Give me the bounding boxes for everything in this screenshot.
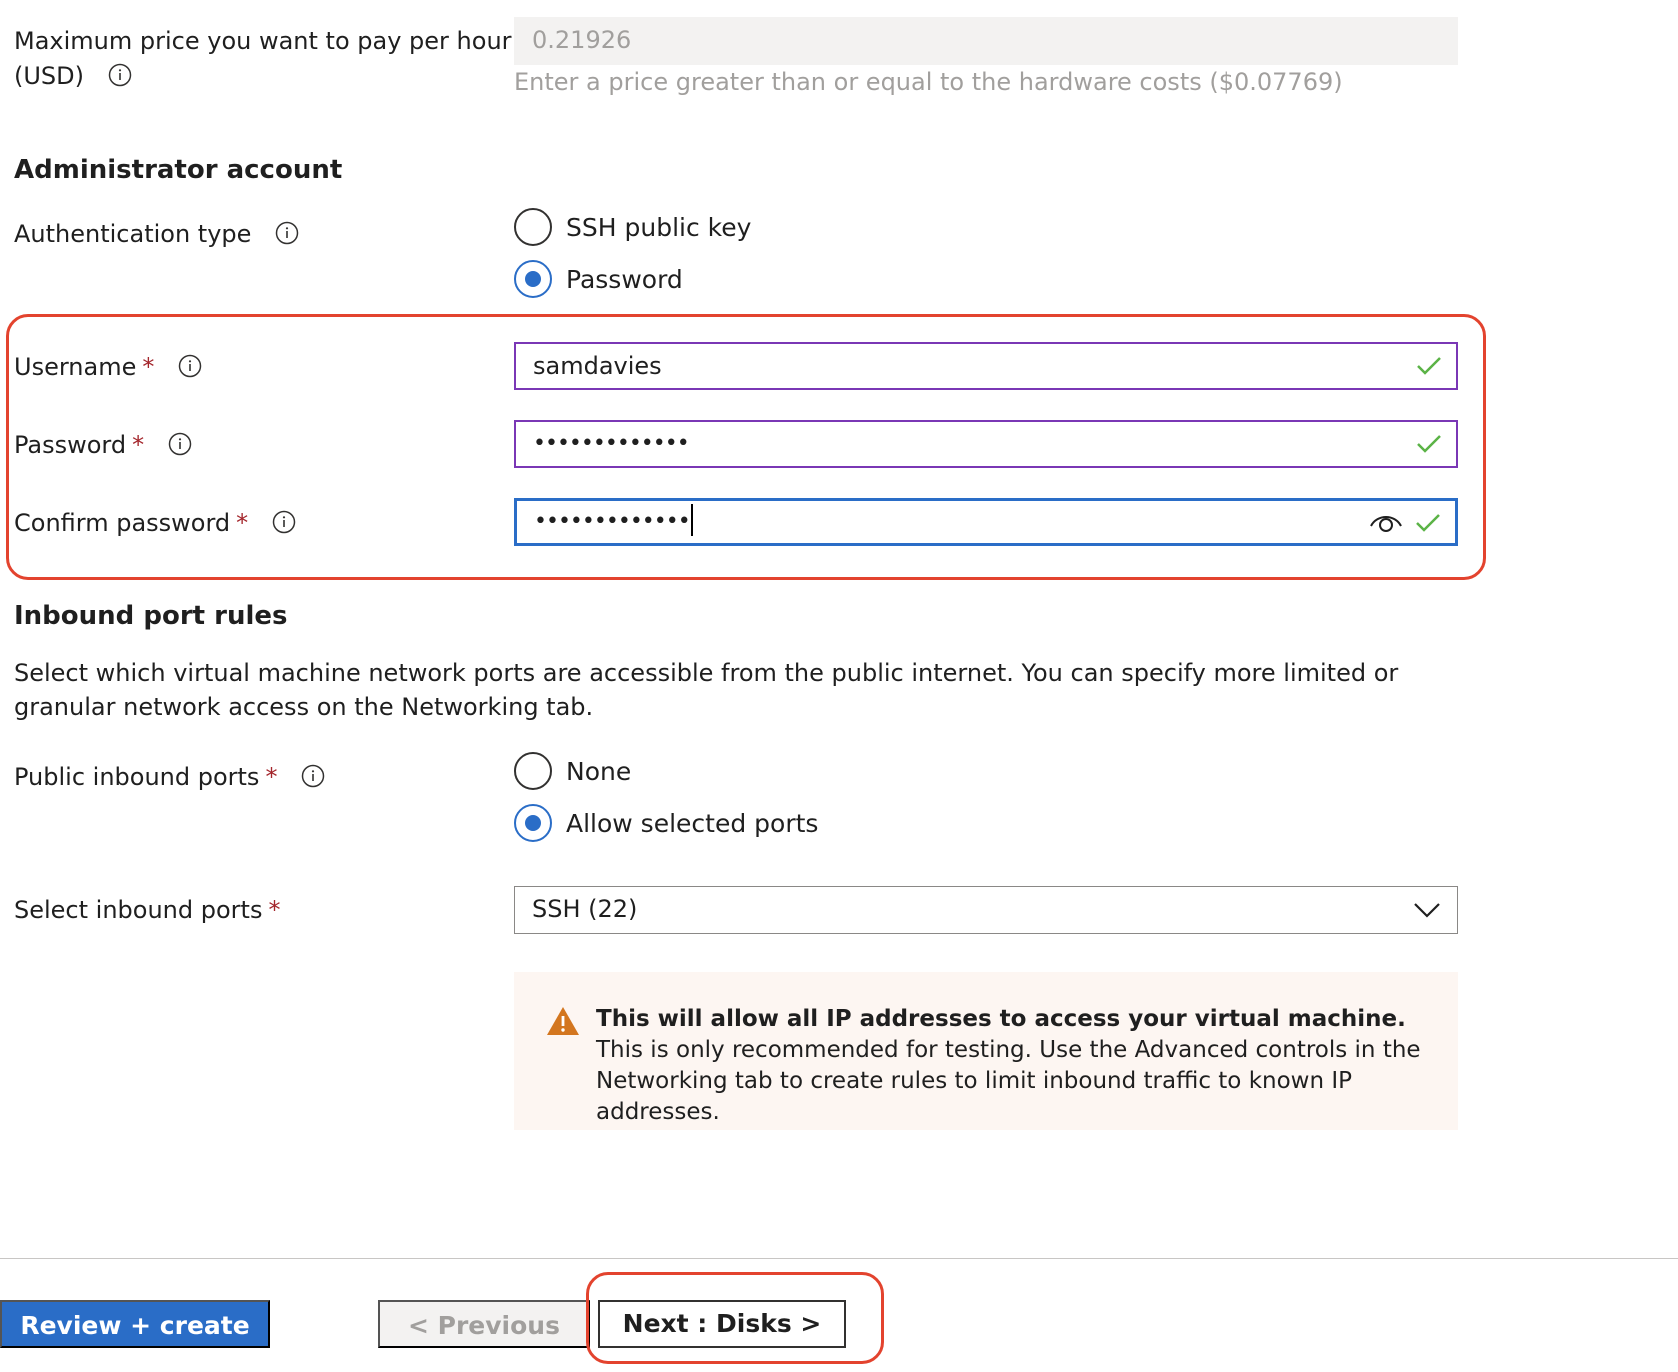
- auth-option-ssh[interactable]: SSH public key: [514, 207, 751, 247]
- text-caret: [690, 504, 693, 536]
- max-price-input[interactable]: 0.21926: [514, 17, 1458, 65]
- max-price-label: Maximum price you want to pay per hour: [14, 27, 512, 55]
- port-option-allow[interactable]: Allow selected ports: [514, 803, 818, 843]
- eye-icon[interactable]: [1369, 510, 1403, 536]
- confirm-password-input[interactable]: •••••••••••••: [514, 498, 1458, 546]
- auth-option-password[interactable]: Password: [514, 259, 683, 299]
- info-icon[interactable]: [275, 221, 299, 245]
- radio-allow-selected-ports[interactable]: [514, 804, 552, 842]
- inbound-ports-dropdown[interactable]: SSH (22): [514, 886, 1458, 934]
- admin-account-heading: Administrator account: [14, 155, 343, 185]
- previous-button: < Previous: [378, 1300, 590, 1348]
- radio-ssh-public-key[interactable]: [514, 208, 552, 246]
- username-input[interactable]: samdavies: [514, 342, 1458, 390]
- next-disks-button[interactable]: Next : Disks >: [598, 1300, 846, 1348]
- footer-divider: [0, 1258, 1678, 1259]
- check-icon: [1417, 357, 1441, 375]
- radio-none[interactable]: [514, 752, 552, 790]
- check-icon: [1417, 435, 1441, 453]
- info-icon[interactable]: [168, 432, 192, 456]
- select-ports-label: Select inbound ports *: [14, 896, 281, 924]
- confirm-password-label: Confirm password *: [14, 506, 296, 541]
- password-input[interactable]: •••••••••••••: [514, 420, 1458, 468]
- auth-type-label: Authentication type: [14, 217, 299, 252]
- check-icon: [1416, 514, 1440, 532]
- inbound-description: Select which virtual machine network por…: [14, 659, 1399, 721]
- radio-password[interactable]: [514, 260, 552, 298]
- public-ports-label: Public inbound ports *: [14, 760, 325, 795]
- username-label: Username *: [14, 350, 202, 385]
- info-icon[interactable]: [272, 510, 296, 534]
- info-icon[interactable]: [301, 764, 325, 788]
- max-price-hint: Enter a price greater than or equal to t…: [514, 68, 1343, 96]
- warning-icon: [547, 1007, 579, 1035]
- info-icon[interactable]: [178, 354, 202, 378]
- info-icon[interactable]: [108, 63, 132, 87]
- warning-message: This will allow all IP addresses to acce…: [514, 972, 1458, 1130]
- port-option-none[interactable]: None: [514, 751, 631, 791]
- max-price-label-unit: (USD): [14, 59, 132, 94]
- review-create-button[interactable]: Review + create: [0, 1300, 270, 1348]
- inbound-rules-heading: Inbound port rules: [14, 601, 288, 631]
- chevron-down-icon: [1414, 903, 1440, 918]
- password-label: Password *: [14, 428, 192, 463]
